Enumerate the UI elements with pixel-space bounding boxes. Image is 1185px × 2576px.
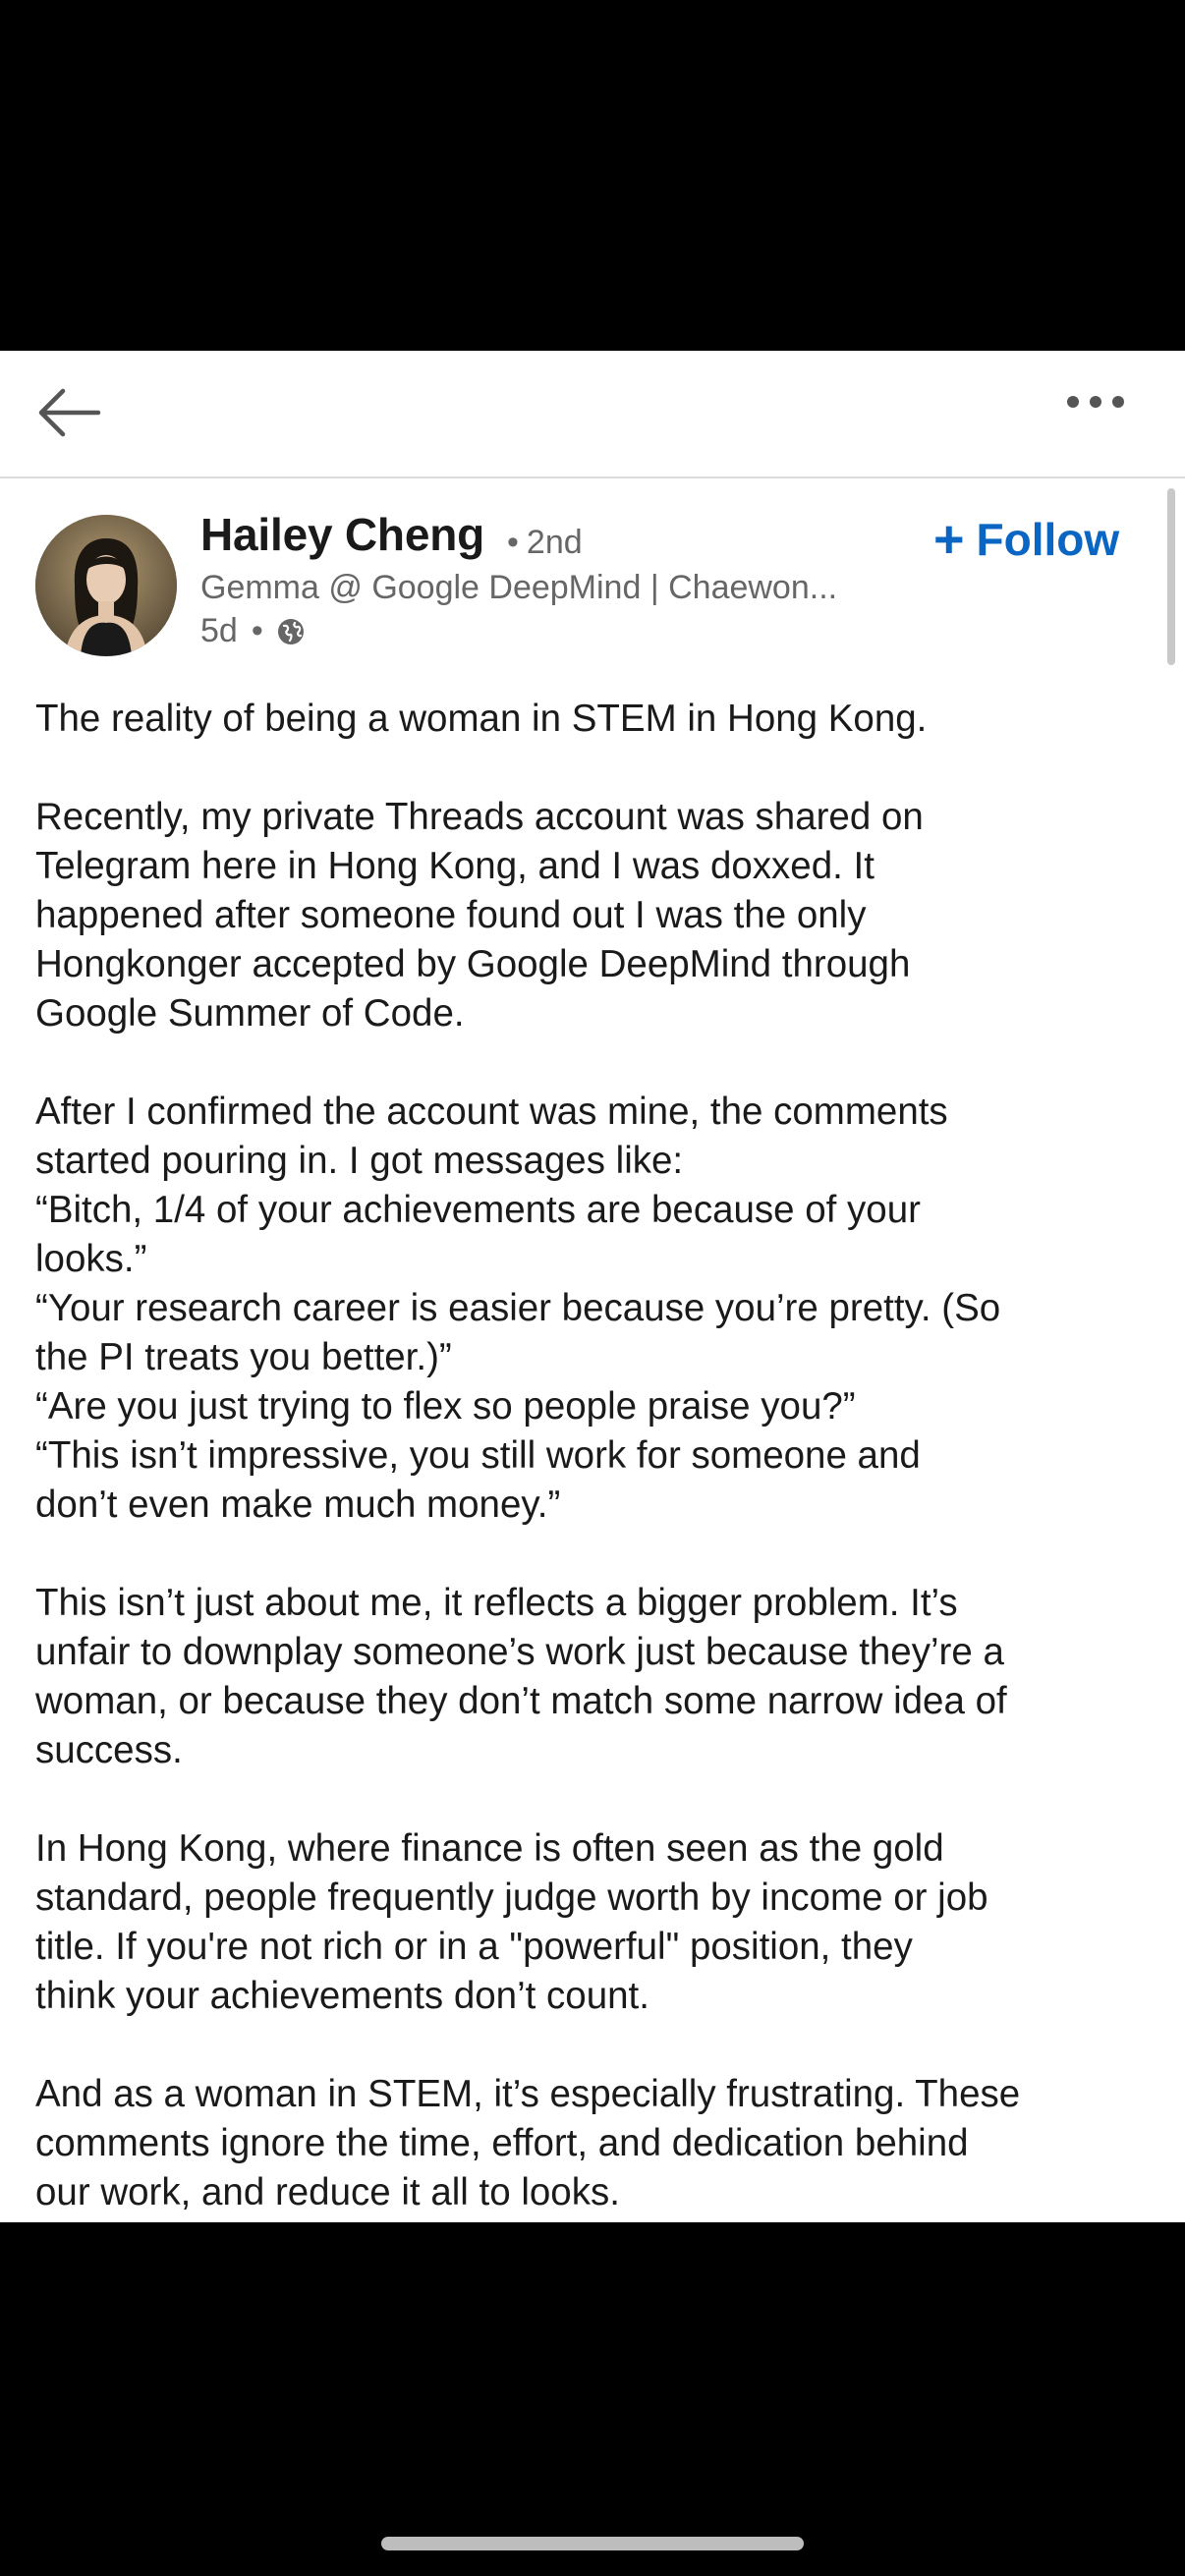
post-body: The reality of being a woman in STEM in …	[35, 695, 1156, 2222]
text-line: woman, or because they don’t match some …	[35, 1680, 1007, 1722]
text-line: “Bitch, 1/4 of your achievements are bec…	[35, 1189, 921, 1231]
bottom-area	[0, 2222, 1185, 2576]
text-line: “Are you just trying to flex so people p…	[35, 1385, 856, 1428]
author-name[interactable]: Hailey Cheng	[200, 508, 484, 561]
text-line: started pouring in. I got messages like:	[35, 1140, 684, 1182]
more-horizontal-icon	[1067, 396, 1124, 408]
separator-dot: •	[251, 612, 263, 649]
scrollbar[interactable]	[1167, 488, 1175, 665]
author-avatar[interactable]	[35, 515, 177, 656]
text-line: unfair to downplay someone’s work just b…	[35, 1631, 1004, 1673]
home-indicator[interactable]	[381, 2537, 804, 2550]
follow-label: Follow	[976, 514, 1120, 565]
post-detail-sheet: Hailey Cheng • 2nd Gemma @ Google DeepMin…	[0, 351, 1185, 2222]
text-line: “This isn’t impressive, you still work f…	[35, 1434, 921, 1477]
text-line: Recently, my private Threads account was…	[35, 796, 924, 838]
more-options-button[interactable]	[1061, 390, 1150, 449]
degree-label: 2nd	[526, 524, 583, 561]
back-button[interactable]	[33, 382, 132, 451]
avatar-photo	[35, 515, 177, 656]
text-line: After I confirmed the account was mine, …	[35, 1091, 948, 1133]
arrow-left-icon	[38, 388, 101, 437]
text-line: our work, and reduce it all to looks.	[35, 2171, 620, 2213]
text-line: comments ignore the time, effort, and de…	[35, 2122, 969, 2164]
text-line: This isn’t just about me, it reflects a …	[35, 1582, 958, 1624]
text-line: title. If you're not rich or in a "power…	[35, 1926, 913, 1968]
top-toolbar	[0, 351, 1185, 478]
post-paragraph: The reality of being a woman in STEM in …	[35, 695, 1156, 744]
follow-button[interactable]: + Follow	[933, 510, 1119, 569]
text-line: don’t even make much money.”	[35, 1484, 561, 1526]
post-paragraph: In Hong Kong, where finance is often see…	[35, 1824, 1156, 2021]
text-line: And as a woman in STEM, it’s especially …	[35, 2073, 1021, 2115]
post-time: 5d	[200, 612, 238, 649]
post-paragraph: Recently, my private Threads account was…	[35, 793, 1156, 1038]
globe-icon	[275, 616, 307, 647]
text-line: Hongkonger accepted by Google DeepMind t…	[35, 943, 911, 985]
text-line: “Your research career is easier because …	[35, 1287, 1001, 1329]
text-line: think your achievements don’t count.	[35, 1975, 649, 2017]
text-line: standard, people frequently judge worth …	[35, 1876, 988, 1919]
plus-icon: +	[933, 510, 965, 569]
post-paragraph: And as a woman in STEM, it’s especially …	[35, 2070, 1156, 2217]
text-line: Google Summer of Code.	[35, 992, 465, 1035]
post-paragraph: After I confirmed the account was mine, …	[35, 1088, 1156, 1530]
post-meta: 5d •	[200, 612, 307, 650]
separator-dot: •	[507, 524, 519, 561]
connection-degree: • 2nd	[507, 524, 583, 562]
status-bar-area	[0, 0, 1185, 351]
text-line: happened after someone found out I was t…	[35, 894, 867, 936]
text-line: looks.”	[35, 1238, 147, 1280]
text-line: Telegram here in Hong Kong, and I was do…	[35, 845, 875, 887]
text-line: success.	[35, 1729, 183, 1771]
text-line: In Hong Kong, where finance is often see…	[35, 1827, 944, 1870]
author-headline: Gemma @ Google DeepMind | Chaewon...	[200, 569, 838, 606]
text-line: The reality of being a woman in STEM in …	[35, 698, 928, 740]
text-line: the PI treats you better.)”	[35, 1336, 452, 1378]
post-paragraph: This isn’t just about me, it reflects a …	[35, 1579, 1156, 1775]
